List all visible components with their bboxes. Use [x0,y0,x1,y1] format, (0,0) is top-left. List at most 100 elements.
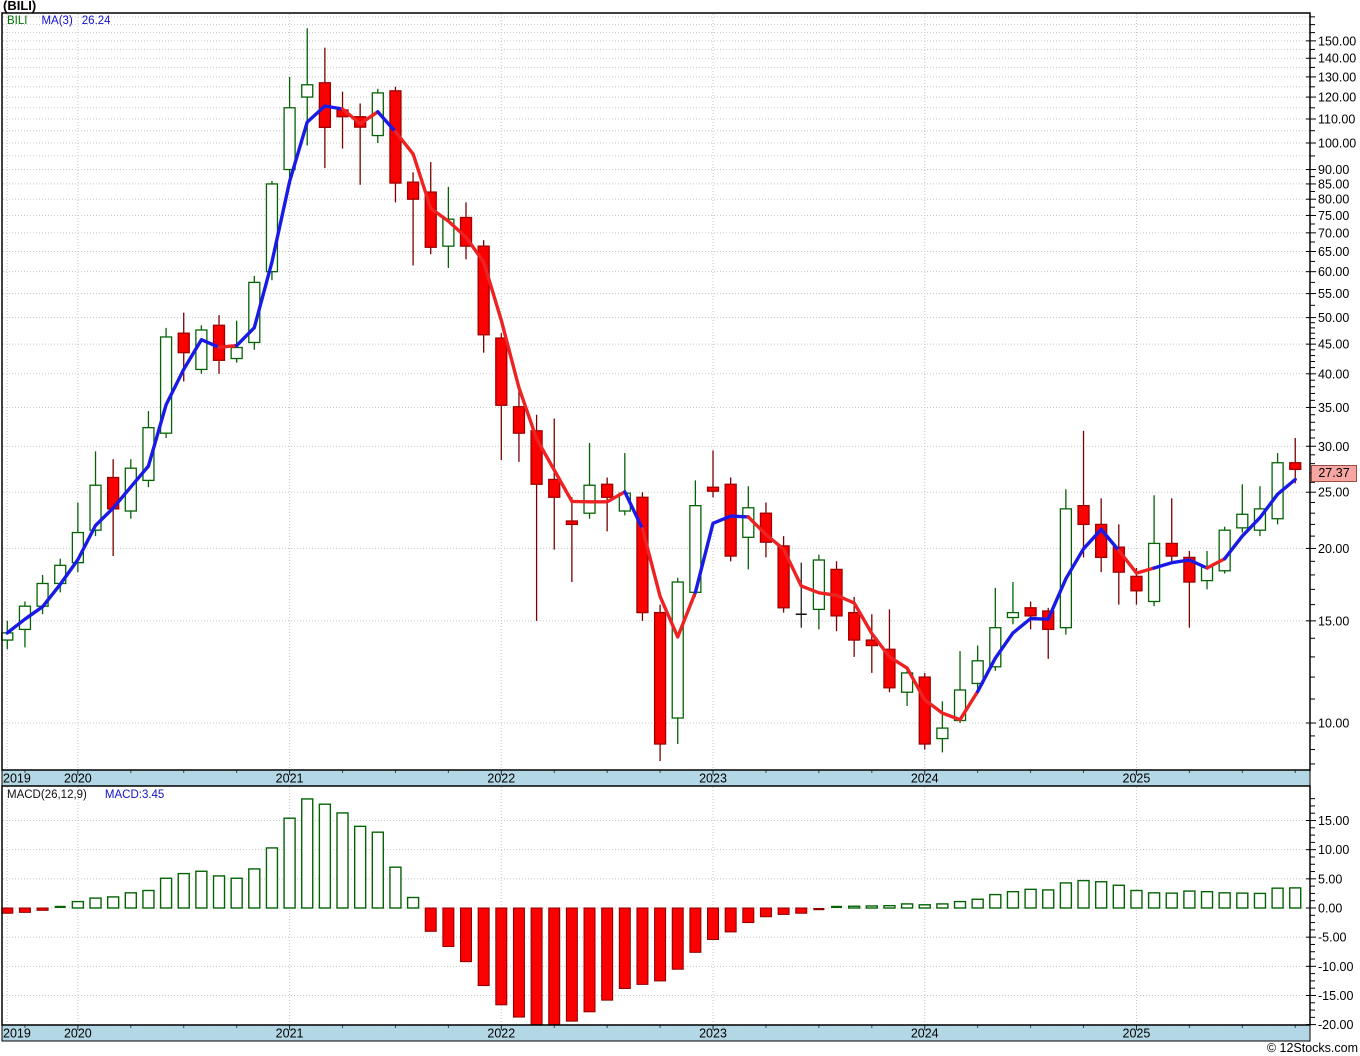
macd-bar-positive [1253,892,1267,909]
macd-bar-positive [353,825,367,909]
candle-body [230,346,243,360]
candle-body [671,581,684,719]
candle-body [548,478,561,498]
candle-body [636,496,649,614]
macd-axis-label: -5.00 [1318,931,1347,945]
price-axis-label: 80.00 [1318,193,1349,207]
macd-bar-negative [36,907,49,911]
year-label: 2025 [1123,1027,1151,1041]
macd-bar-flat [813,908,825,911]
macd-bar-positive [318,803,332,909]
macd-bar-positive [124,892,138,909]
macd-bar-positive [248,868,261,909]
macd-bar-negative [636,907,649,985]
macd-bar-positive [900,903,914,909]
macd-bar-positive [971,898,984,909]
macd-axis-label: 15.00 [1318,814,1349,828]
macd-bar-positive [265,847,279,909]
macd-axis-label: -20.00 [1318,1018,1353,1032]
price-axis-label: 60.00 [1318,265,1349,279]
candle-body [1006,611,1020,619]
price-axis-label: 85.00 [1318,177,1349,191]
macd-bar-negative [759,907,772,918]
macd-bar-positive [230,877,243,909]
year-label: 2019 [3,772,31,786]
macd-bar-positive [89,897,102,909]
macd-axis-label: 10.00 [1318,843,1349,857]
macd-bar-negative [583,907,596,1013]
macd-bar-negative [477,907,490,987]
macd-bar-negative [795,907,808,914]
macd-axis-label: 5.00 [1318,872,1342,886]
candle-body [301,84,314,98]
macd-bar-positive [1147,892,1161,909]
macd-axis-label: -10.00 [1318,960,1353,974]
macd-bar-positive [1236,892,1249,909]
macd-bar-negative [460,907,473,963]
macd-bar-positive [847,905,861,909]
candle-body [1165,542,1178,557]
macd-axis-label: -15.00 [1318,989,1353,1003]
price-axis-label: 10.00 [1318,717,1349,731]
macd-bar-negative [18,907,31,913]
candle-body [1077,504,1090,526]
price-axis-label: 130.00 [1318,70,1356,84]
macd-bar-positive [1200,890,1214,909]
candle-body [1024,607,1037,617]
macd-bar-positive [883,904,896,909]
price-axis-label: 20.00 [1318,542,1349,556]
macd-bar-positive [918,904,931,909]
macd-bar-negative [777,907,790,915]
candle-body [724,483,737,557]
candle-body [406,181,420,200]
price-axis-label: 90.00 [1318,163,1349,177]
copyright-watermark: © 12Stocks.com [1266,1041,1358,1055]
macd-bar-positive [1112,884,1126,909]
macd-bar-positive [212,875,226,909]
macd-bar-positive [1042,889,1055,909]
price-axis-label: 55.00 [1318,287,1349,301]
macd-bar-negative [707,907,720,940]
year-label: 2019 [3,1027,31,1041]
macd-bar-positive [1165,892,1178,909]
macd-bar-positive [336,812,349,909]
candle-body [1147,542,1161,603]
macd-value-label: MACD:3.45 [104,789,165,801]
x-axis-band-top [1,769,1311,787]
price-axis-label: 100.00 [1318,137,1356,151]
macd-bar-positive [1059,882,1073,909]
year-label: 2020 [64,772,92,786]
chart-page: 150.00 140.00 130.00 120.00 110.00 100.00 90.0… [0,0,1360,1056]
macd-axis-label: 0.00 [1318,902,1342,916]
candle-body [495,337,508,406]
macd-bar-positive [953,900,967,909]
macd-bar-negative [654,907,667,982]
stock-chart-canvas: 150.00 140.00 130.00 120.00 110.00 100.00 90.0… [1,12,1356,1042]
candle-body [195,329,208,371]
candle-body [583,484,596,514]
price-axis-label: 120.00 [1318,91,1356,105]
ma-value: 26.24 [81,15,111,27]
price-axis-label: 65.00 [1318,245,1349,259]
price-legend: BILI MA(3) 26.24 [7,15,111,27]
macd-bar-negative [618,907,631,989]
macd-bar-positive [301,798,314,909]
macd-bar-positive [1130,889,1143,909]
macd-bar-positive [177,872,190,909]
candle-body [565,520,579,526]
candle-body [601,483,614,498]
price-axis-label: 30.00 [1318,440,1349,454]
macd-bar-positive [406,896,420,909]
price-axis-label: 25.00 [1318,486,1349,500]
candle-body [1059,508,1073,629]
candle-body [512,406,526,434]
price-axis-label: 110.00 [1318,112,1355,126]
candle-body [830,568,843,617]
symbol-label: BILI [7,15,28,27]
macd-bar-positive [283,817,296,909]
price-axis-label: 70.00 [1318,226,1349,240]
candle-body [706,486,720,492]
macd-bar-positive [1183,890,1196,909]
macd-legend: MACD(26,12,9) MACD:3.45 [7,789,164,801]
year-label: 2021 [276,1027,304,1041]
